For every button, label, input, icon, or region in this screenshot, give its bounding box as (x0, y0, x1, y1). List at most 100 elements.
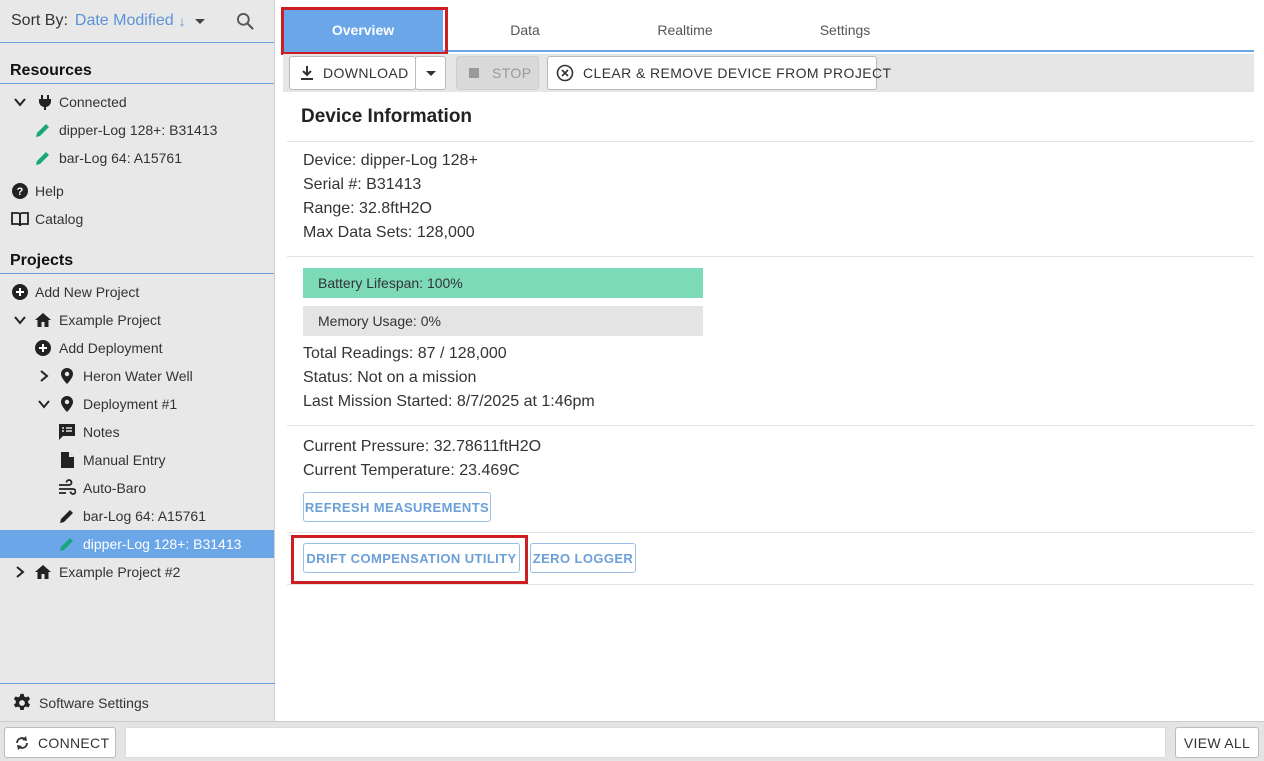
chevron-down-icon[interactable] (13, 313, 27, 327)
plug-icon (39, 95, 51, 110)
divider (287, 141, 1254, 142)
tree-item-label: Example Project #2 (59, 564, 181, 580)
tree-item-manual-entry[interactable]: Manual Entry (0, 446, 274, 474)
pencil-icon (36, 124, 49, 137)
tree-item-label: Heron Water Well (83, 368, 193, 384)
memory-usage-bar: Memory Usage: 0% (303, 306, 703, 336)
chevron-down-icon[interactable] (13, 95, 27, 109)
tab-overview[interactable]: Overview (283, 8, 443, 51)
tab-settings[interactable]: Settings (765, 8, 925, 51)
gear-icon (13, 693, 31, 710)
tree-item-label: dipper-Log 128+: B31413 (83, 536, 242, 552)
document-icon (61, 452, 74, 468)
wind-icon (59, 479, 76, 495)
download-button[interactable]: DOWNLOAD (289, 56, 416, 90)
tab-realtime[interactable]: Realtime (605, 8, 765, 51)
notes-icon (59, 424, 75, 440)
tree-item-add-deployment[interactable]: Add Deployment (0, 334, 274, 362)
view-all-button[interactable]: VIEW ALL (1175, 727, 1259, 758)
tree-item-label: bar-Log 64: A15761 (83, 508, 206, 524)
pencil-icon (60, 510, 73, 523)
tree-item-notes[interactable]: Notes (0, 418, 274, 446)
clear-remove-device-button[interactable]: CLEAR & REMOVE DEVICE FROM PROJECT (547, 56, 891, 90)
tree-item-label: Add New Project (35, 284, 140, 300)
tree-item-label: bar-Log 64: A15761 (59, 150, 182, 166)
sort-dropdown-caret-icon[interactable] (194, 18, 205, 24)
zero-logger-button[interactable]: ZERO LOGGER (530, 543, 636, 573)
sidebar: Sort By: Date Modified ↓ Resources Conne… (0, 0, 285, 721)
home-icon (35, 565, 51, 579)
tree-item-example-project-2[interactable]: Example Project #2 (0, 558, 274, 586)
stop-button[interactable]: STOP (456, 56, 539, 90)
tree-item-deployment-1[interactable]: Deployment #1 (0, 390, 274, 418)
stop-icon (469, 68, 479, 78)
download-options-button[interactable] (415, 56, 446, 90)
tree-item-help[interactable]: ? Help (0, 177, 274, 205)
tree-item-bar-log[interactable]: bar-Log 64: A15761 (0, 502, 274, 530)
drift-compensation-button[interactable]: DRIFT COMPENSATION UTILITY (303, 543, 520, 573)
software-settings-button[interactable]: Software Settings (0, 683, 275, 721)
tree-item-label: Manual Entry (83, 452, 166, 468)
download-label: DOWNLOAD (323, 65, 409, 81)
tree-item-label: Add Deployment (59, 340, 163, 356)
chevron-down-icon[interactable] (37, 397, 51, 411)
connect-button[interactable]: CONNECT (4, 727, 116, 758)
device-model: Device: dipper-Log 128+ (303, 152, 478, 169)
toolbar: DOWNLOAD STOP CLEAR & REMOVE DEVICE FROM… (283, 54, 1254, 92)
device-serial: Serial #: B31413 (303, 176, 422, 193)
divider (287, 532, 1254, 533)
sort-direction-icon[interactable]: ↓ (179, 13, 186, 29)
tab-data[interactable]: Data (445, 8, 605, 51)
refresh-measurements-button[interactable]: REFRESH MEASUREMENTS (303, 492, 491, 522)
tree-item-device[interactable]: bar-Log 64: A15761 (0, 144, 274, 172)
memory-usage-label: Memory Usage: 0% (318, 313, 441, 329)
tab-bar: Overview Data Realtime Settings (283, 8, 1254, 52)
tree-item-label: Auto-Baro (83, 480, 147, 496)
device-max-data-sets: Max Data Sets: 128,000 (303, 224, 475, 241)
bottom-bar: CONNECT VIEW ALL (0, 721, 1264, 761)
tree-item-auto-baro[interactable]: Auto-Baro (0, 474, 274, 502)
download-icon (301, 66, 313, 80)
status-field (125, 727, 1166, 758)
total-readings: Total Readings: 87 / 128,000 (303, 345, 507, 362)
tree-item-connected[interactable]: Connected (0, 88, 274, 116)
location-pin-icon (61, 368, 73, 384)
clear-remove-label: CLEAR & REMOVE DEVICE FROM PROJECT (583, 65, 892, 81)
help-icon: ? (12, 183, 28, 199)
main-panel: Overview Data Realtime Settings DOWNLOAD… (275, 0, 1264, 721)
mission-status: Status: Not on a mission (303, 369, 477, 386)
book-icon (11, 212, 29, 227)
tree-item-add-new-project[interactable]: Add New Project (0, 278, 274, 306)
tree-item-label: Help (35, 183, 64, 199)
tree-item-catalog[interactable]: Catalog (0, 205, 274, 233)
sort-bar: Sort By: Date Modified ↓ (0, 0, 274, 43)
chevron-right-icon[interactable] (13, 565, 27, 579)
projects-heading: Projects (0, 247, 274, 274)
tree-item-heron-water-well[interactable]: Heron Water Well (0, 362, 274, 390)
tree-item-dipper-log-selected[interactable]: dipper-Log 128+: B31413 (0, 530, 285, 558)
current-pressure: Current Pressure: 32.78611ftH2O (303, 438, 542, 455)
sort-label: Sort By: (11, 12, 68, 29)
location-pin-icon (61, 396, 73, 412)
connect-label: CONNECT (38, 734, 110, 751)
pencil-icon (60, 538, 73, 551)
current-temperature: Current Temperature: 23.469C (303, 462, 520, 479)
tree-item-label: Notes (83, 424, 120, 440)
divider (287, 425, 1254, 426)
tree-item-label: Example Project (59, 312, 161, 328)
tree-item-example-project[interactable]: Example Project (0, 306, 274, 334)
chevron-right-icon[interactable] (37, 369, 51, 383)
tree-item-label: Connected (59, 94, 127, 110)
tree-item-label: Deployment #1 (83, 396, 178, 412)
search-icon[interactable] (235, 11, 255, 31)
tree-item-device[interactable]: dipper-Log 128+: B31413 (0, 116, 274, 144)
tree-item-label: dipper-Log 128+: B31413 (59, 122, 218, 138)
page-title: Device Information (301, 106, 473, 127)
battery-lifespan-bar: Battery Lifespan: 100% (303, 268, 703, 298)
software-settings-label: Software Settings (39, 694, 149, 711)
pencil-icon (36, 152, 49, 165)
sort-field-selector[interactable]: Date Modified (75, 12, 174, 30)
add-circle-icon (12, 284, 28, 300)
sync-icon (16, 735, 28, 750)
svg-text:?: ? (17, 186, 24, 198)
